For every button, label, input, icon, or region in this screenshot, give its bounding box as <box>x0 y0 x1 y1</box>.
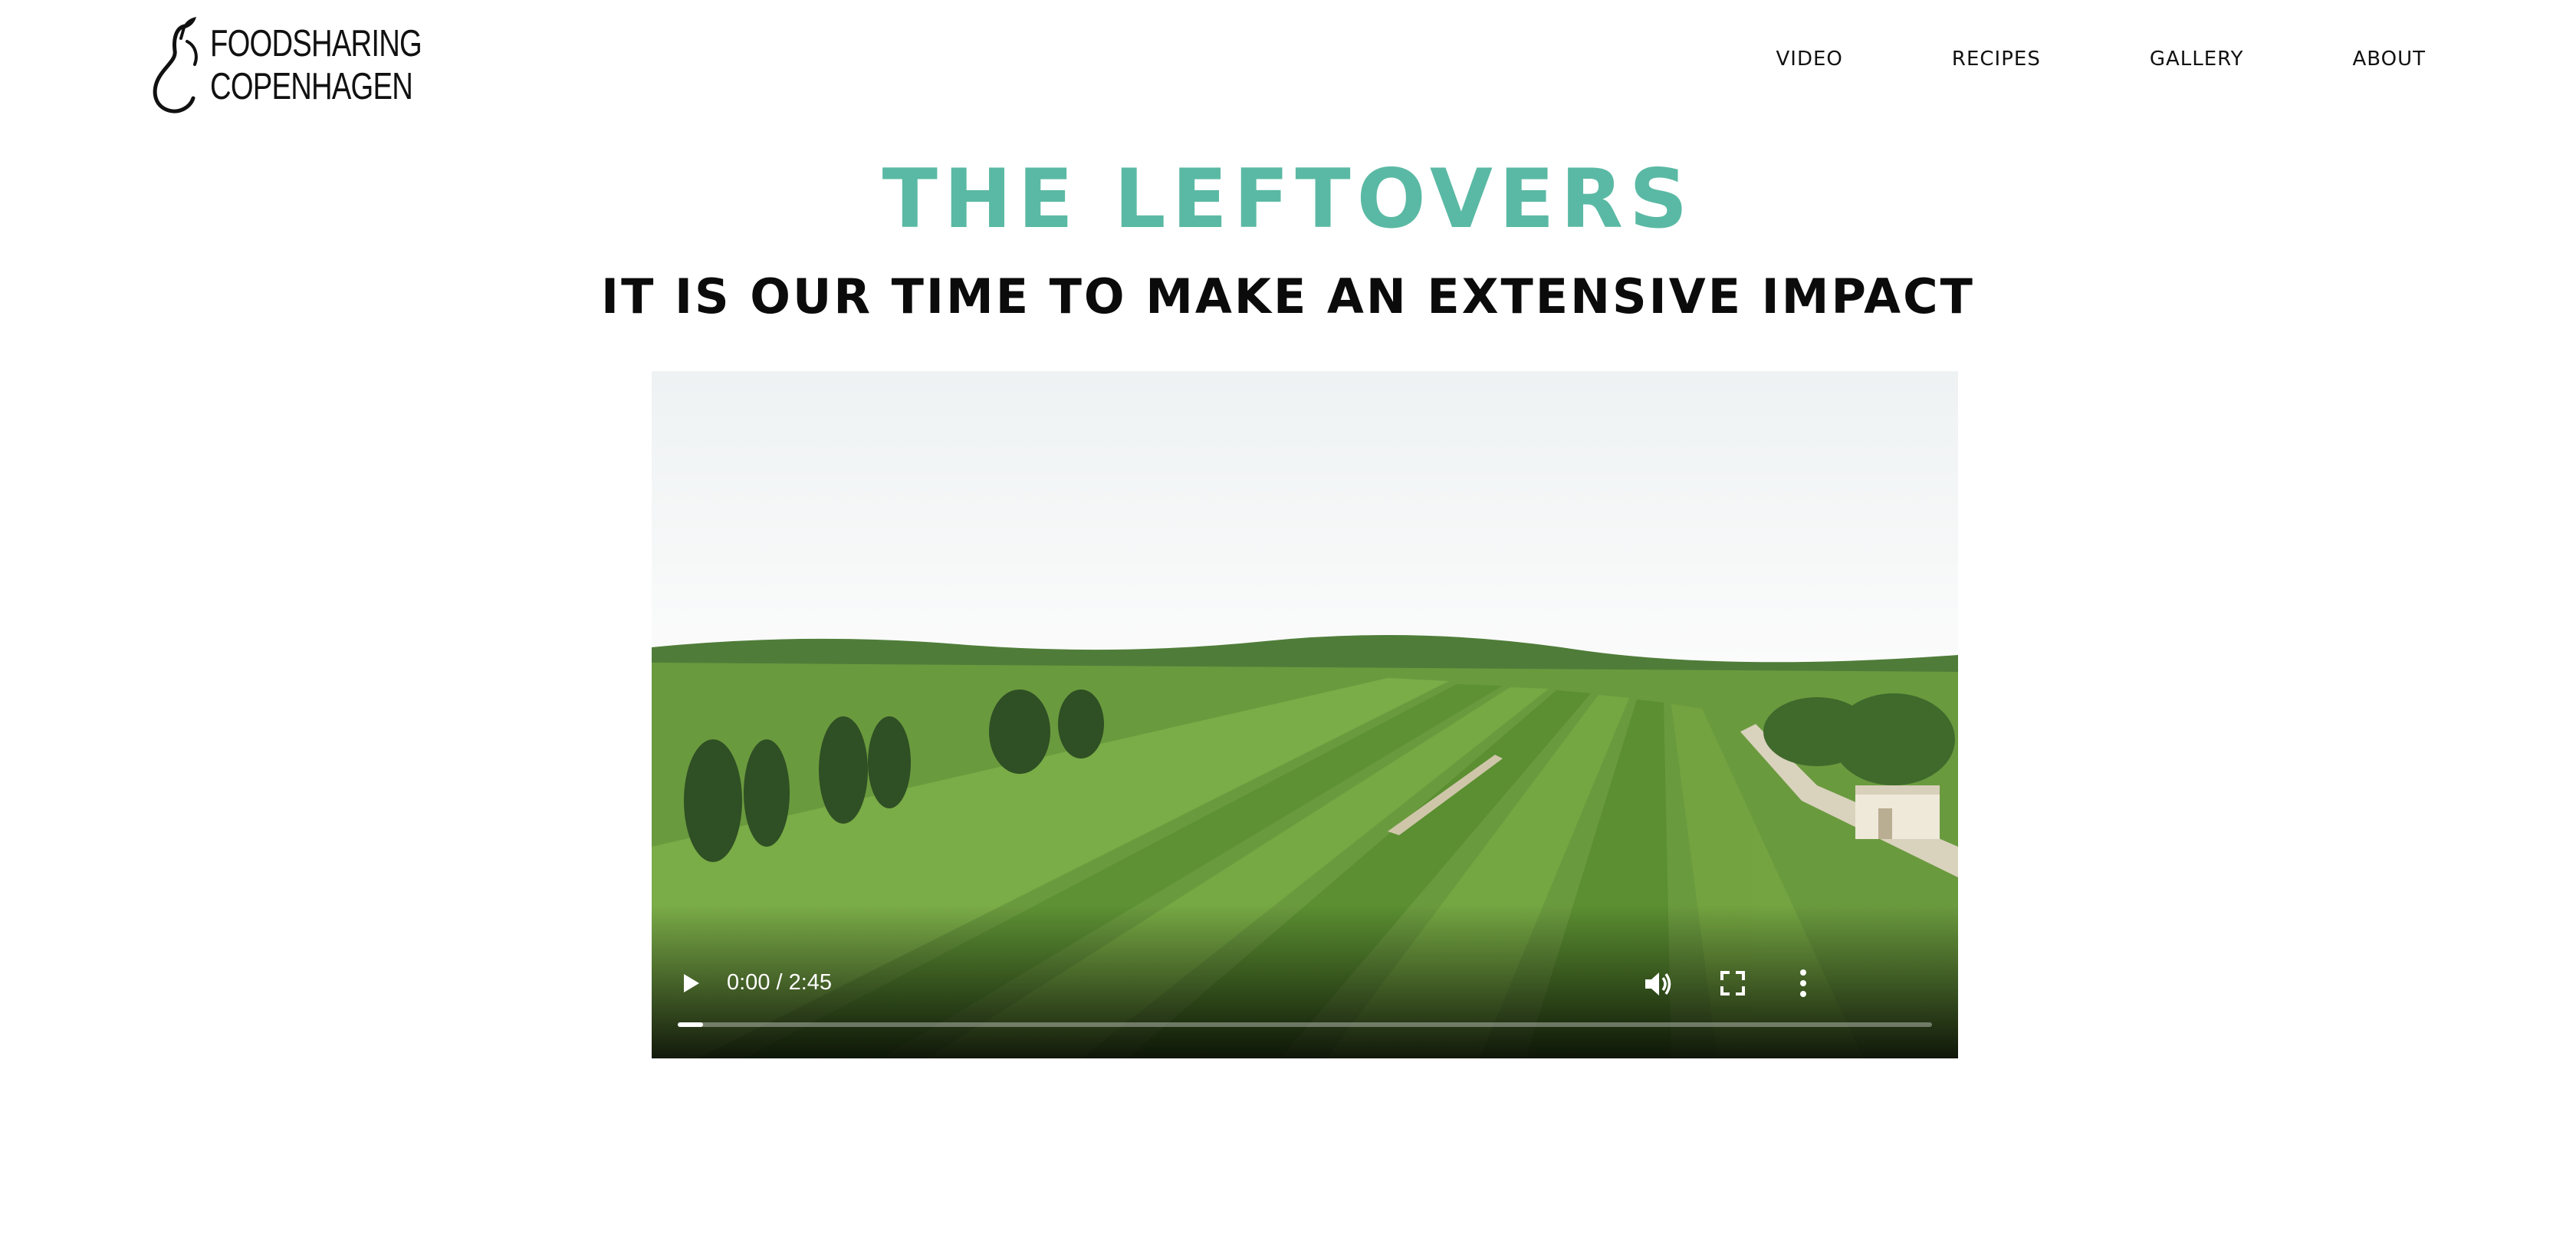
video-player[interactable]: 0:00 / 2:45 <box>652 371 1958 1058</box>
play-icon[interactable] <box>676 969 704 997</box>
page-title: THE LEFTOVERS <box>882 152 1694 246</box>
nav-item-video[interactable]: VIDEO <box>1776 48 1843 71</box>
nav-item-recipes[interactable]: RECIPES <box>1952 48 2041 71</box>
pear-icon <box>153 17 198 114</box>
video-time: 0:00 / 2:45 <box>727 970 833 995</box>
volume-icon[interactable] <box>1641 968 1673 1000</box>
more-options-icon[interactable] <box>1796 966 1811 1000</box>
video-progress-fill <box>678 1022 703 1027</box>
nav-item-about[interactable]: ABOUT <box>2352 48 2426 71</box>
video-controls-gradient <box>652 905 1958 1058</box>
fullscreen-icon[interactable] <box>1717 968 1748 999</box>
page: FOODSHARING COPENHAGEN VIDEO RECIPES GAL… <box>0 0 2576 1244</box>
nav-item-gallery[interactable]: GALLERY <box>2150 48 2244 71</box>
main-nav: VIDEO RECIPES GALLERY ABOUT <box>1776 48 2426 71</box>
logo-line-1: FOODSHARING <box>210 23 422 64</box>
page-subtitle: IT IS OUR TIME TO MAKE AN EXTENSIVE IMPA… <box>601 268 1975 324</box>
video-progress-bar[interactable] <box>678 1022 1932 1027</box>
logo-line-2: COPENHAGEN <box>210 66 413 107</box>
logo-text: FOODSHARING COPENHAGEN <box>210 22 422 108</box>
site-logo[interactable]: FOODSHARING COPENHAGEN <box>143 15 481 115</box>
